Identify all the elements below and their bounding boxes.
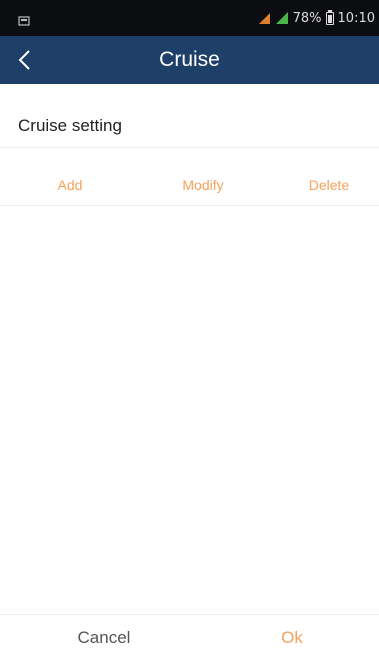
- add-button[interactable]: Add: [40, 164, 100, 206]
- signal-strength-icon: [275, 11, 289, 25]
- title-bar: Cruise: [0, 36, 379, 84]
- dialog-footer: Cancel Ok: [0, 614, 379, 660]
- status-bar: 78% 10:10: [0, 0, 379, 36]
- notification-icon: [18, 12, 30, 26]
- signal-strength-icon: [257, 11, 271, 25]
- modify-button[interactable]: Modify: [168, 164, 238, 206]
- battery-icon: [325, 9, 334, 25]
- cruise-action-row: Add Modify Delete: [0, 164, 379, 206]
- battery-percent: 78%: [292, 10, 322, 26]
- cruise-screen: 78% 10:10 Cruise Cruise setting Add Modi…: [0, 0, 379, 660]
- ok-button[interactable]: Ok: [232, 615, 352, 660]
- clock: 10:10: [337, 10, 375, 26]
- delete-button[interactable]: Delete: [294, 164, 364, 206]
- page-title: Cruise: [159, 48, 220, 71]
- status-right: 78% 10:10: [257, 0, 375, 36]
- cancel-button[interactable]: Cancel: [44, 615, 164, 660]
- section-title: Cruise setting: [0, 104, 379, 148]
